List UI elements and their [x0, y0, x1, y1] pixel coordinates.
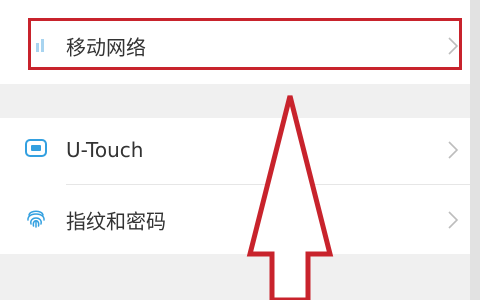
settings-item-label: 指纹和密码	[66, 209, 166, 234]
arrow-up-icon	[246, 95, 334, 300]
settings-screen: 移动网络 U-Touch 指纹和密码	[0, 0, 480, 300]
chevron-right-icon	[446, 140, 460, 160]
utouch-icon	[24, 138, 48, 162]
highlight-box	[28, 18, 462, 70]
settings-item-label: U-Touch	[66, 138, 144, 162]
fingerprint-icon	[24, 206, 48, 234]
scrollbar[interactable]	[470, 0, 480, 300]
chevron-right-icon	[446, 210, 460, 230]
